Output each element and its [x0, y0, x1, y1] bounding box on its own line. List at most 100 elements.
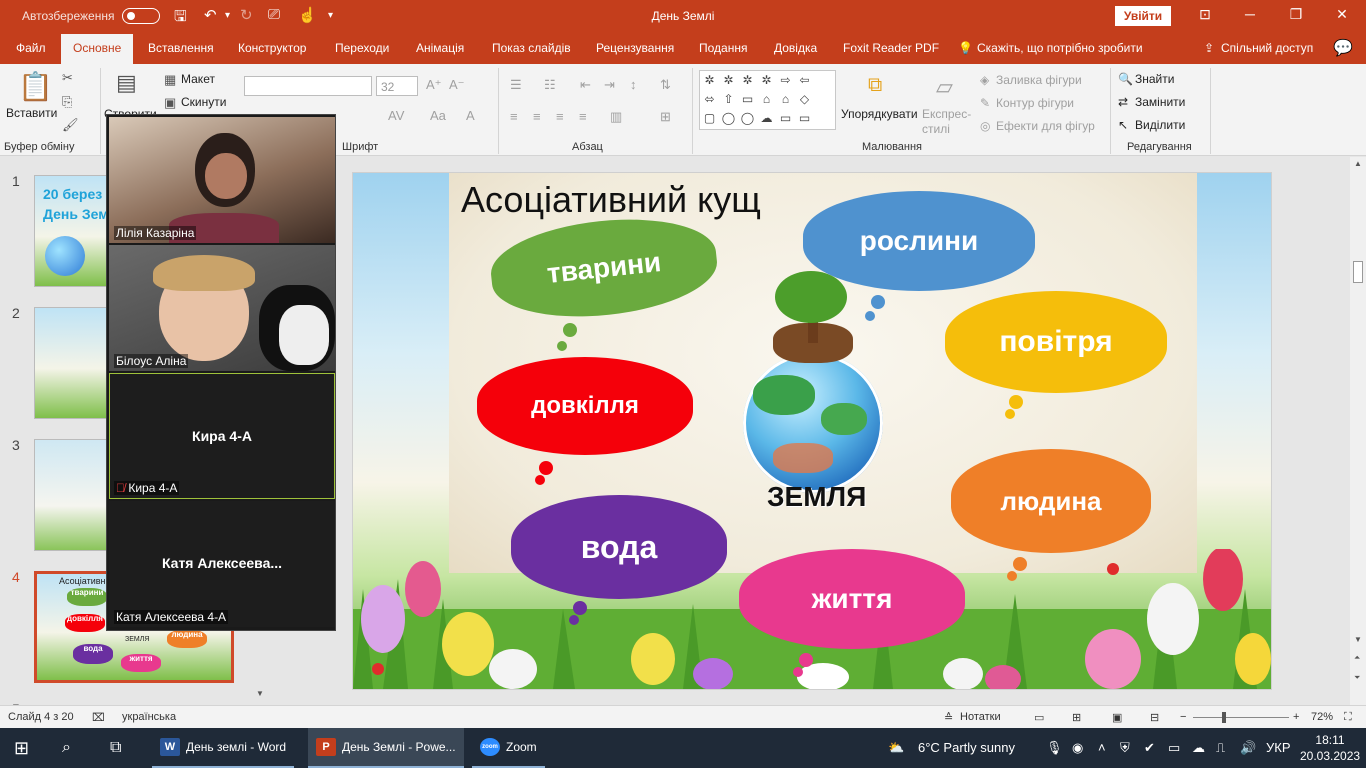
shape-effects-button[interactable]: Ефекти для фігур: [996, 119, 1095, 133]
scroll-up-icon[interactable]: ▲: [1354, 159, 1362, 168]
notes-button[interactable]: Нотатки: [960, 711, 1001, 723]
cut-icon[interactable]: ✂: [62, 70, 73, 86]
cloud-human[interactable]: людина: [951, 449, 1151, 553]
shape-outline-button[interactable]: Контур фігури: [996, 96, 1074, 110]
align-left-icon[interactable]: ≡: [510, 109, 518, 124]
tab-transitions[interactable]: Переходи: [335, 41, 389, 55]
autosave-toggle[interactable]: [122, 8, 160, 24]
weather-icon[interactable]: ⛅: [888, 740, 904, 756]
reading-view-icon[interactable]: ▣: [1112, 711, 1122, 724]
zoom-tray-icon[interactable]: ◉: [1072, 740, 1083, 756]
paste-icon[interactable]: 📋: [18, 70, 53, 103]
decrease-font-icon[interactable]: A⁻: [449, 77, 465, 93]
next-slide-icon[interactable]: ⏷: [1354, 673, 1360, 683]
customize-toolbar-icon[interactable]: ▾: [328, 10, 333, 21]
smartart-icon[interactable]: ⊞: [660, 109, 671, 125]
justify-icon[interactable]: ≡: [579, 109, 587, 124]
zoom-slider-thumb[interactable]: [1222, 712, 1226, 723]
input-language[interactable]: УКР: [1266, 740, 1291, 755]
earth-label[interactable]: ЗЕМЛЯ: [767, 481, 866, 513]
zoom-slider-track[interactable]: [1193, 717, 1289, 718]
font-family-input[interactable]: [244, 76, 372, 96]
volume-icon[interactable]: 🔊: [1240, 740, 1256, 756]
normal-view-icon[interactable]: ▭: [1034, 711, 1044, 724]
slide-show-icon[interactable]: ⊟: [1150, 711, 1159, 724]
columns-icon[interactable]: ▥: [610, 109, 622, 125]
save-icon[interactable]: 🖫: [174, 6, 187, 31]
format-painter-icon[interactable]: 🖌: [62, 117, 79, 133]
cloud-environment[interactable]: довкілля: [477, 357, 693, 455]
taskbar-app-word[interactable]: W День землі - Word: [152, 728, 295, 768]
align-center-icon[interactable]: ≡: [533, 109, 541, 124]
network-icon[interactable]: ⎍: [1216, 740, 1225, 756]
scroll-thumb[interactable]: [1353, 261, 1363, 283]
line-spacing-icon[interactable]: ↕: [630, 77, 637, 92]
text-direction-icon[interactable]: ⇅: [660, 77, 671, 93]
touch-mode-icon[interactable]: ☝: [298, 6, 317, 24]
cloud-air[interactable]: повітря: [945, 291, 1167, 393]
increase-indent-icon[interactable]: ⇥: [604, 77, 615, 93]
bullets-icon[interactable]: ☰: [510, 77, 522, 93]
cloud-water[interactable]: вода: [511, 495, 727, 599]
align-right-icon[interactable]: ≡: [556, 109, 564, 124]
video-tile-3[interactable]: Кира 4-А 🎙̸ Кира 4-А: [109, 373, 335, 499]
current-slide[interactable]: Асоціативний кущ ЗЕМЛЯ тварини рослини п…: [352, 172, 1272, 690]
tab-help[interactable]: Довідка: [774, 41, 817, 55]
fit-to-window-icon[interactable]: ⛶: [1344, 711, 1352, 724]
microphone-icon[interactable]: 🎙: [1046, 740, 1063, 756]
cloud-life[interactable]: життя: [739, 549, 965, 649]
sign-in-button[interactable]: Увійти: [1115, 6, 1171, 26]
minimize-icon[interactable]: ─: [1238, 6, 1262, 22]
battery-icon[interactable]: ▭: [1168, 740, 1180, 756]
tab-home[interactable]: Основне: [61, 34, 134, 64]
replace-button[interactable]: Замінити: [1135, 95, 1185, 109]
close-icon[interactable]: ✕: [1330, 6, 1354, 23]
tab-animations[interactable]: Анімація: [416, 41, 464, 55]
onedrive-icon[interactable]: ☁: [1192, 740, 1205, 756]
tab-foxit[interactable]: Foxit Reader PDF: [843, 41, 939, 55]
reset-button[interactable]: Скинути: [181, 95, 226, 109]
tab-insert[interactable]: Вставлення: [148, 41, 214, 55]
tell-me-search[interactable]: Скажіть, що потрібно зробити: [977, 41, 1143, 55]
spellcheck-icon[interactable]: ⌧: [92, 711, 105, 724]
tab-file[interactable]: Файл: [16, 41, 46, 55]
tab-review[interactable]: Рецензування: [596, 41, 674, 55]
arrange-button[interactable]: Упорядкувати: [841, 107, 918, 121]
font-color-icon[interactable]: A: [466, 108, 475, 123]
shapes-gallery[interactable]: ✲ ✲ ✲ ✲ ⇨ ⇦ ⬄ ⇧ ▭ ⌂ ⌂ ◇ ▢ ◯ ◯ ☁ ▭ ▭: [699, 70, 836, 130]
taskbar-app-zoom[interactable]: zoom Zoom: [472, 728, 545, 768]
video-tile-4[interactable]: Катя Алексеева... Катя Алексеева 4-А: [109, 501, 335, 627]
quick-styles-button[interactable]: Експрес-стилі: [922, 107, 972, 137]
security-icon[interactable]: ⛨: [1120, 740, 1130, 756]
defender-icon[interactable]: ✔: [1144, 740, 1155, 756]
language-indicator[interactable]: українська: [122, 711, 176, 723]
show-hidden-icons[interactable]: ˄: [1098, 740, 1106, 755]
share-button[interactable]: Спільний доступ: [1221, 41, 1313, 55]
windows-start-icon[interactable]: ⊞: [14, 728, 29, 768]
copy-icon[interactable]: ⎘: [62, 94, 72, 110]
zoom-video-panel[interactable]: Лілія Казаріна Білоус Аліна Кира 4-А 🎙̸ …: [106, 114, 336, 631]
slide-title[interactable]: Асоціативний кущ: [461, 179, 761, 221]
previous-slide-icon[interactable]: ⏶: [1354, 653, 1360, 663]
comments-icon[interactable]: 💬: [1333, 38, 1353, 58]
change-case-icon[interactable]: Aa: [430, 108, 446, 123]
redo-icon[interactable]: ↻: [240, 6, 253, 24]
clock[interactable]: 18:11 20.03.2023: [1300, 732, 1360, 764]
zoom-level[interactable]: 72%: [1311, 711, 1333, 723]
video-tile-1[interactable]: Лілія Казаріна: [109, 117, 335, 243]
zoom-out-icon[interactable]: −: [1180, 711, 1186, 723]
tab-design[interactable]: Конструктор: [238, 41, 306, 55]
zoom-in-icon[interactable]: +: [1293, 711, 1299, 723]
find-button[interactable]: Знайти: [1135, 72, 1174, 86]
cloud-plants[interactable]: рослини: [803, 191, 1035, 291]
layout-button[interactable]: Макет: [181, 72, 215, 86]
shape-fill-button[interactable]: Заливка фігури: [996, 73, 1082, 87]
font-spacing-icon[interactable]: AV: [388, 108, 404, 123]
increase-font-icon[interactable]: A⁺: [426, 77, 442, 93]
taskbar-app-powerpoint[interactable]: P День Землі - Powe...: [308, 728, 464, 768]
task-view-icon[interactable]: ⧉: [110, 728, 121, 768]
video-tile-2[interactable]: Білоус Аліна: [109, 245, 335, 371]
maximize-icon[interactable]: ❐: [1284, 6, 1308, 23]
tab-view[interactable]: Подання: [699, 41, 747, 55]
decrease-indent-icon[interactable]: ⇤: [580, 77, 591, 93]
